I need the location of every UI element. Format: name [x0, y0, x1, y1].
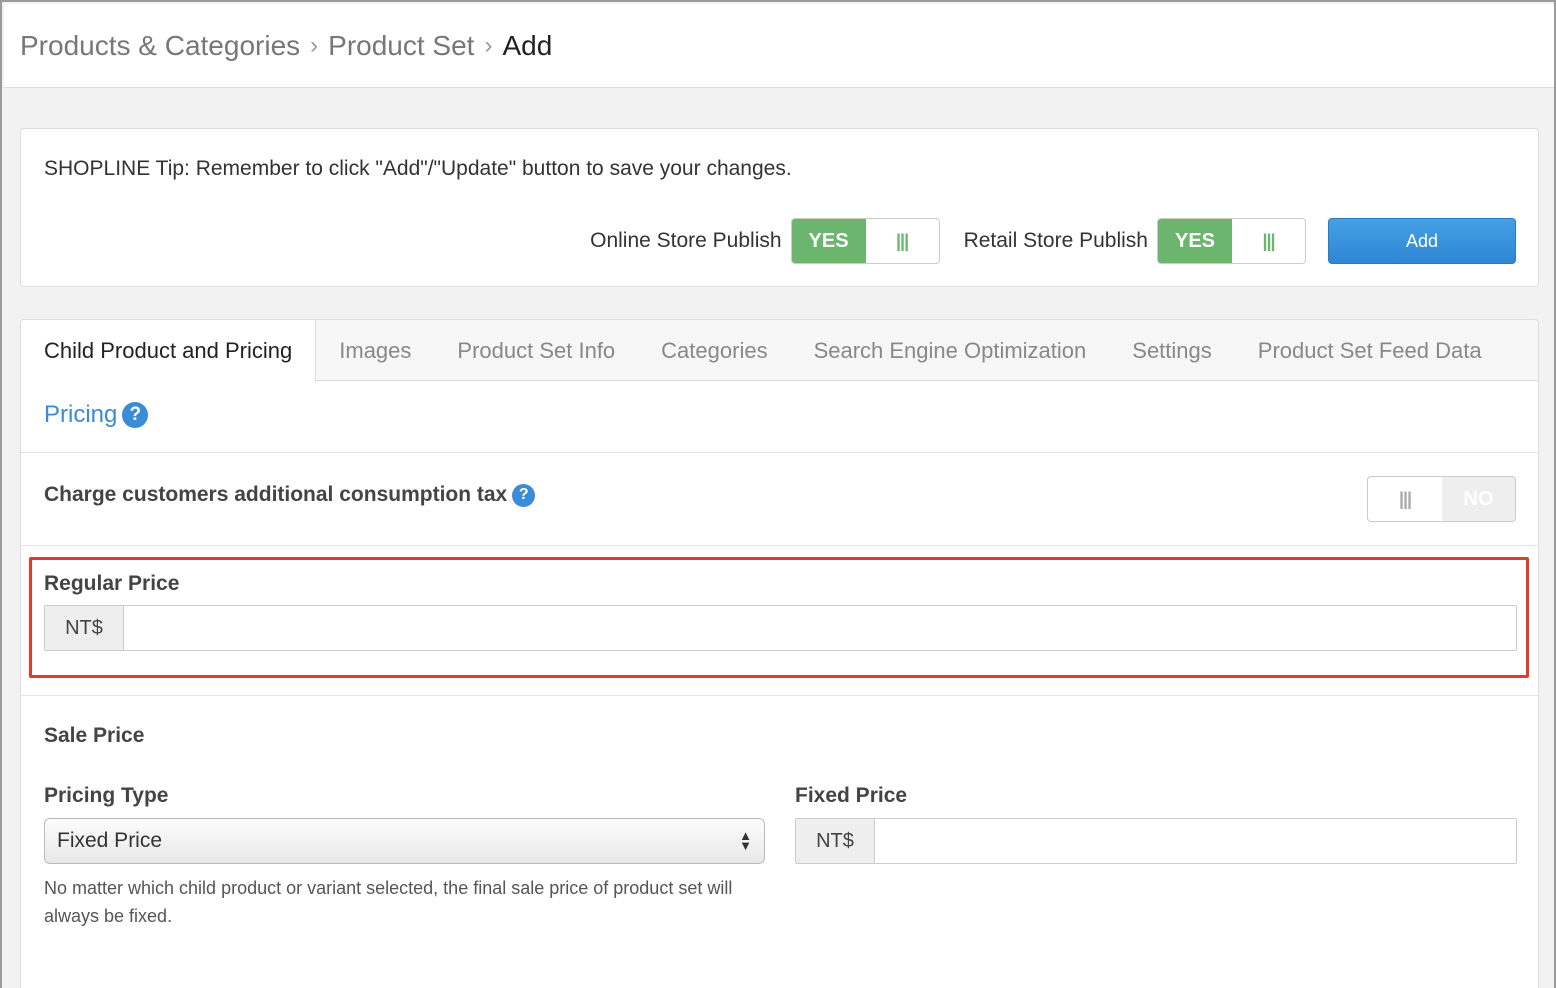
fixed-price-label: Fixed Price	[795, 784, 908, 807]
online-store-publish-label: Online Store Publish	[590, 229, 782, 252]
breadcrumb-products-categories[interactable]: Products & Categories	[20, 30, 300, 62]
tab-bar: Child Product and Pricing Images Product…	[21, 320, 1538, 382]
retail-store-publish-toggle[interactable]: YES |||	[1157, 218, 1306, 264]
product-set-form: Child Product and Pricing Images Product…	[20, 319, 1539, 988]
select-arrows-icon: ▲ ▼	[739, 828, 752, 853]
tip-text: SHOPLINE Tip: Remember to click "Add"/"U…	[44, 157, 792, 180]
currency-addon: NT$	[45, 606, 124, 650]
sale-price-title: Sale Price	[44, 724, 145, 747]
grip-icon: |||	[1262, 230, 1275, 251]
online-store-publish-toggle[interactable]: YES |||	[790, 218, 940, 264]
retail-store-publish-label: Retail Store Publish	[963, 229, 1148, 252]
toggle-no: NO	[1442, 477, 1515, 521]
breadcrumb-current: Add	[502, 29, 553, 61]
fixed-price-input[interactable]	[875, 819, 1516, 863]
breadcrumb: Products & Categories › Product Set › Ad…	[4, 4, 1554, 88]
help-icon[interactable]: ?	[512, 483, 536, 507]
chevron-right-icon: ›	[310, 31, 319, 59]
tip-panel: SHOPLINE Tip: Remember to click "Add"/"U…	[20, 128, 1539, 287]
pricing-title-text: Pricing	[44, 401, 118, 428]
tab-child-product-and-pricing[interactable]: Child Product and Pricing	[21, 320, 317, 382]
consumption-tax-label: Charge customers additional consumption …	[44, 483, 536, 507]
regular-price-label: Regular Price	[44, 572, 180, 595]
sale-price-section: Sale Price Pricing Type Fixed Price Fixe…	[21, 696, 1538, 988]
tab-search-engine-optimization[interactable]: Search Engine Optimization	[791, 320, 1110, 381]
tab-product-set-feed-data[interactable]: Product Set Feed Data	[1235, 320, 1505, 381]
grip-icon: |||	[1398, 488, 1412, 509]
currency-addon: NT$	[796, 819, 875, 863]
regular-price-input-group: NT$	[44, 605, 1517, 651]
grip-icon: |||	[896, 230, 909, 251]
add-button[interactable]: Add	[1328, 218, 1516, 264]
pricing-type-help-text: No matter which child product or variant…	[44, 878, 733, 926]
consumption-tax-text: Charge customers additional consumption …	[44, 483, 508, 506]
window-frame: Products & Categories › Product Set › Ad…	[0, 0, 1556, 988]
consumption-tax-section: Charge customers additional consumption …	[21, 453, 1538, 546]
regular-price-section: Regular Price NT$	[21, 546, 1538, 696]
pricing-section: Pricing ?	[21, 381, 1538, 453]
fixed-price-input-group: NT$	[795, 818, 1517, 864]
pricing-type-select[interactable]: Fixed Price ▲ ▼	[44, 818, 765, 864]
pricing-title: Pricing ?	[44, 401, 149, 429]
breadcrumb-product-set[interactable]: Product Set	[328, 30, 474, 62]
help-icon[interactable]: ?	[122, 402, 149, 428]
toggle-yes: YES	[1158, 219, 1232, 263]
pricing-type-label: Pricing Type	[44, 784, 169, 807]
consumption-tax-toggle[interactable]: ||| NO	[1367, 476, 1516, 522]
publish-controls: Online Store Publish YES ||| Retail Stor…	[590, 218, 1516, 264]
tab-settings[interactable]: Settings	[1109, 320, 1235, 381]
tab-images[interactable]: Images	[316, 320, 434, 381]
toggle-yes: YES	[791, 219, 866, 263]
chevron-right-icon: ›	[484, 31, 493, 59]
tab-categories[interactable]: Categories	[638, 320, 790, 381]
regular-price-input[interactable]	[124, 606, 1516, 650]
pricing-type-value: Fixed Price	[57, 829, 163, 852]
tab-product-set-info[interactable]: Product Set Info	[434, 320, 638, 381]
